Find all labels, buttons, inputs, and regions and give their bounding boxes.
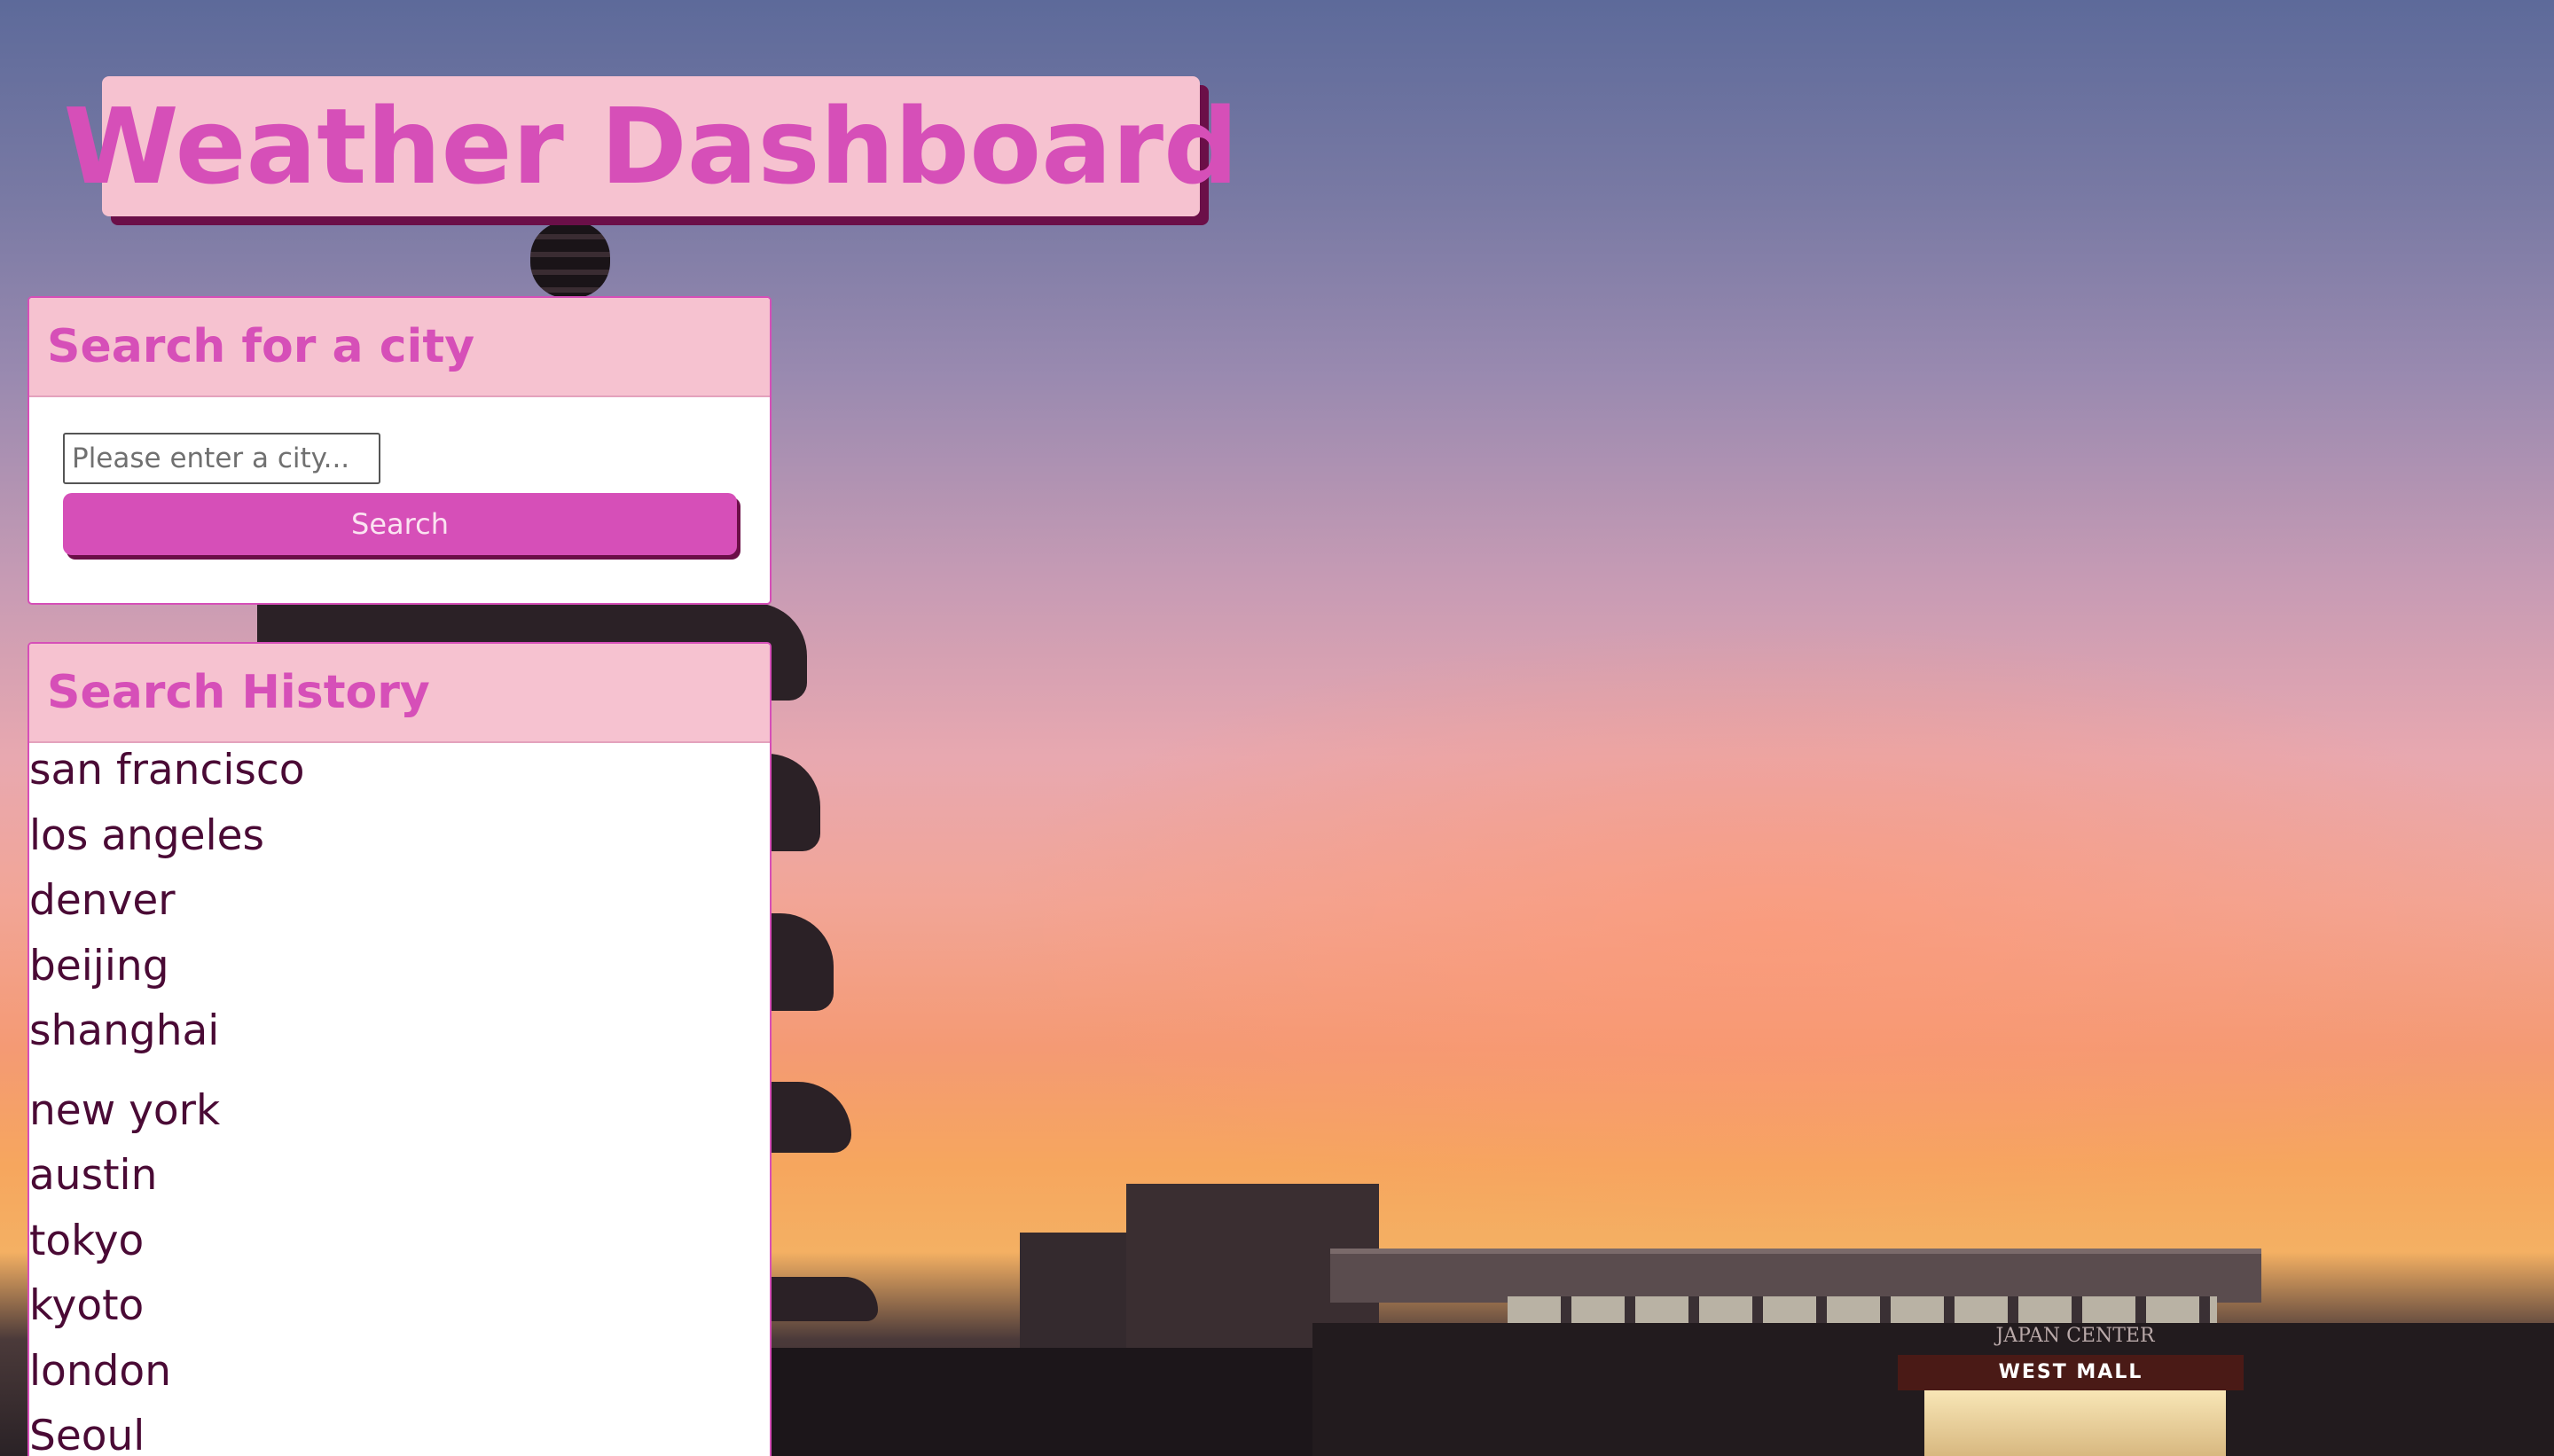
history-item[interactable]: los angeles — [29, 809, 770, 874]
page-title-box: Weather Dashboard — [64, 76, 1238, 216]
search-panel-header: Search for a city — [29, 298, 770, 397]
history-item[interactable]: Seoul — [29, 1409, 770, 1456]
mall-entrance-light — [1924, 1390, 2226, 1456]
background-glow — [975, 621, 2554, 1241]
history-item[interactable]: shanghai — [29, 1004, 770, 1069]
history-item[interactable]: beijing — [29, 939, 770, 1005]
mall-sign: WEST MALL — [1898, 1355, 2244, 1390]
search-form: Search — [29, 397, 770, 555]
building-silhouette — [1020, 1233, 1135, 1361]
search-history-list: san francisco los angeles denver beijing… — [29, 743, 770, 1456]
history-item[interactable]: london — [29, 1344, 770, 1410]
mall-windows — [1508, 1296, 2217, 1323]
mall-label: JAPAN CENTER — [1995, 1325, 2155, 1347]
history-item[interactable]: austin — [29, 1148, 770, 1214]
history-item[interactable]: kyoto — [29, 1279, 770, 1344]
history-item[interactable]: denver — [29, 873, 770, 939]
search-history-header: Search History — [29, 644, 770, 743]
search-history-panel: Search History san francisco los angeles… — [27, 642, 772, 1456]
pagoda-spire — [530, 222, 610, 298]
search-history-heading: Search History — [47, 666, 430, 719]
search-button[interactable]: Search — [63, 493, 737, 555]
history-item[interactable]: tokyo — [29, 1214, 770, 1280]
search-panel: Search for a city Search — [27, 296, 772, 605]
search-panel-heading: Search for a city — [47, 320, 475, 373]
history-item[interactable]: san francisco — [29, 743, 770, 809]
history-item[interactable]: new york — [29, 1084, 770, 1149]
city-search-input[interactable] — [63, 433, 380, 484]
page-title: Weather Dashboard — [63, 85, 1239, 207]
mall-roof — [1330, 1249, 2261, 1303]
